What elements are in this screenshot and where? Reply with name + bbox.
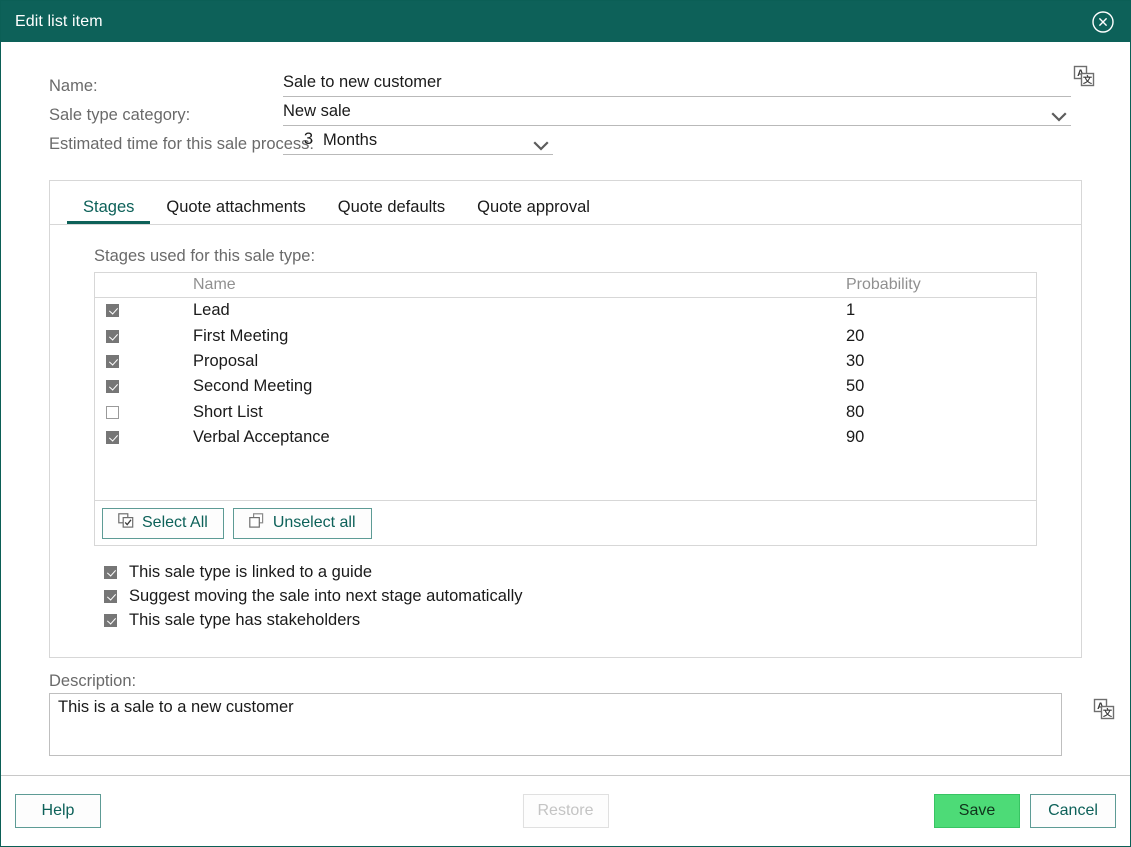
field-row-sale-type-category: Sale type category: New sale (1, 97, 1130, 126)
description-section: Description: This is a sale to a new cus… (49, 672, 1082, 756)
unselect-all-label: Unselect all (273, 514, 356, 532)
sale-type-category-label: Sale type category: (1, 104, 283, 126)
stage-checkbox[interactable] (106, 406, 119, 419)
row-checkbox-cell (95, 431, 193, 444)
stage-name: Lead (193, 301, 846, 320)
chevron-down-icon[interactable] (533, 138, 549, 148)
stage-probability: 1 (846, 301, 1036, 320)
stages-grid: Name Probability Lead 1 (94, 272, 1037, 546)
table-row[interactable]: Proposal 30 (95, 349, 1036, 374)
stages-grid-header: Name Probability (95, 273, 1036, 298)
option-checkbox[interactable] (104, 566, 117, 579)
dialog-titlebar: Edit list item (1, 1, 1130, 42)
row-checkbox-cell (95, 330, 193, 343)
stage-checkbox[interactable] (106, 355, 119, 368)
svg-text:文: 文 (1082, 74, 1093, 85)
stages-grid-rows: Lead 1 First Meeting 20 (95, 298, 1036, 500)
table-row[interactable]: Lead 1 (95, 298, 1036, 323)
name-label: Name: (1, 75, 283, 97)
estimated-time-amount[interactable]: 3 (283, 130, 323, 152)
table-row[interactable]: First Meeting 20 (95, 323, 1036, 348)
translate-icon[interactable]: A 文 (1073, 65, 1095, 87)
header-name: Name (193, 276, 846, 294)
row-checkbox-cell (95, 406, 193, 419)
select-all-button[interactable]: Select All (102, 508, 224, 539)
edit-list-item-dialog: Edit list item Name: Sale to new custome… (0, 0, 1131, 847)
stage-probability: 80 (846, 403, 1036, 422)
tab-quote-defaults[interactable]: Quote defaults (322, 197, 461, 224)
select-all-icon (118, 513, 134, 533)
cancel-button[interactable]: Cancel (1030, 794, 1116, 828)
option-has-stakeholders[interactable]: This sale type has stakeholders (104, 608, 1037, 632)
option-label: This sale type is linked to a guide (129, 563, 372, 582)
stage-name: Short List (193, 403, 846, 422)
restore-button-wrap: Restore (522, 794, 608, 828)
table-row[interactable]: Verbal Acceptance 90 (95, 425, 1036, 450)
help-button[interactable]: Help (15, 794, 101, 828)
stage-name: First Meeting (193, 327, 846, 346)
translate-icon[interactable]: A 文 (1093, 698, 1115, 720)
stage-probability: 20 (846, 327, 1036, 346)
stage-checkbox[interactable] (106, 380, 119, 393)
option-suggest-next-stage[interactable]: Suggest moving the sale into next stage … (104, 584, 1037, 608)
header-probability: Probability (846, 276, 1036, 294)
dialog-body: Name: Sale to new customer A 文 Sale type… (1, 42, 1130, 775)
row-checkbox-cell (95, 304, 193, 317)
stage-checkbox[interactable] (106, 431, 119, 444)
restore-button: Restore (522, 794, 608, 828)
select-all-label: Select All (142, 514, 208, 532)
estimated-time-unit: Months (323, 130, 377, 153)
tab-strip: Stages Quote attachments Quote defaults … (50, 181, 1081, 225)
option-label: This sale type has stakeholders (129, 611, 360, 630)
tab-content-stages: Stages used for this sale type: Name Pro… (50, 225, 1081, 632)
dialog-title: Edit list item (15, 13, 1090, 31)
estimated-time-control[interactable]: 3 Months (283, 128, 553, 155)
description-input[interactable]: This is a sale to a new customer (49, 693, 1062, 756)
tab-quote-attachments[interactable]: Quote attachments (150, 197, 321, 224)
stage-checkbox[interactable] (106, 304, 119, 317)
stages-grid-actions: Select All Unselect all (95, 500, 1036, 545)
close-icon[interactable] (1090, 9, 1116, 35)
row-checkbox-cell (95, 380, 193, 393)
svg-text:文: 文 (1102, 707, 1113, 718)
stage-options: This sale type is linked to a guide Sugg… (94, 546, 1037, 632)
estimated-time-label: Estimated time for this sale process: (1, 133, 283, 155)
sale-type-category-select[interactable]: New sale (283, 99, 1071, 126)
tab-stages[interactable]: Stages (67, 197, 150, 224)
tab-panel: Stages Quote attachments Quote defaults … (49, 180, 1082, 658)
name-input[interactable]: Sale to new customer (283, 70, 1071, 97)
save-button[interactable]: Save (934, 794, 1020, 828)
dialog-footer: Help Restore Save Cancel (1, 775, 1130, 846)
chevron-down-icon[interactable] (1051, 109, 1067, 119)
stage-probability: 50 (846, 377, 1036, 396)
stage-probability: 90 (846, 428, 1036, 447)
tab-quote-approval[interactable]: Quote approval (461, 197, 606, 224)
stage-name: Verbal Acceptance (193, 428, 846, 447)
stage-checkbox[interactable] (106, 330, 119, 343)
unselect-all-icon (249, 513, 265, 533)
form-fields: Name: Sale to new customer A 文 Sale type… (1, 42, 1130, 155)
footer-actions: Save Cancel (934, 794, 1116, 828)
field-row-name: Name: Sale to new customer A 文 (1, 68, 1130, 97)
row-checkbox-cell (95, 355, 193, 368)
unselect-all-button[interactable]: Unselect all (233, 508, 372, 539)
stage-name: Second Meeting (193, 377, 846, 396)
option-linked-to-guide[interactable]: This sale type is linked to a guide (104, 560, 1037, 584)
table-row[interactable]: Second Meeting 50 (95, 374, 1036, 399)
option-checkbox[interactable] (104, 590, 117, 603)
sale-type-category-value: New sale (283, 101, 351, 124)
stage-probability: 30 (846, 352, 1036, 371)
description-label: Description: (49, 672, 1082, 691)
table-row[interactable]: Short List 80 (95, 400, 1036, 425)
field-row-estimated-time: Estimated time for this sale process: 3 … (1, 126, 1130, 155)
stages-section-label: Stages used for this sale type: (94, 247, 1037, 266)
stage-name: Proposal (193, 352, 846, 371)
option-checkbox[interactable] (104, 614, 117, 627)
name-value: Sale to new customer (283, 72, 442, 95)
option-label: Suggest moving the sale into next stage … (129, 587, 522, 606)
